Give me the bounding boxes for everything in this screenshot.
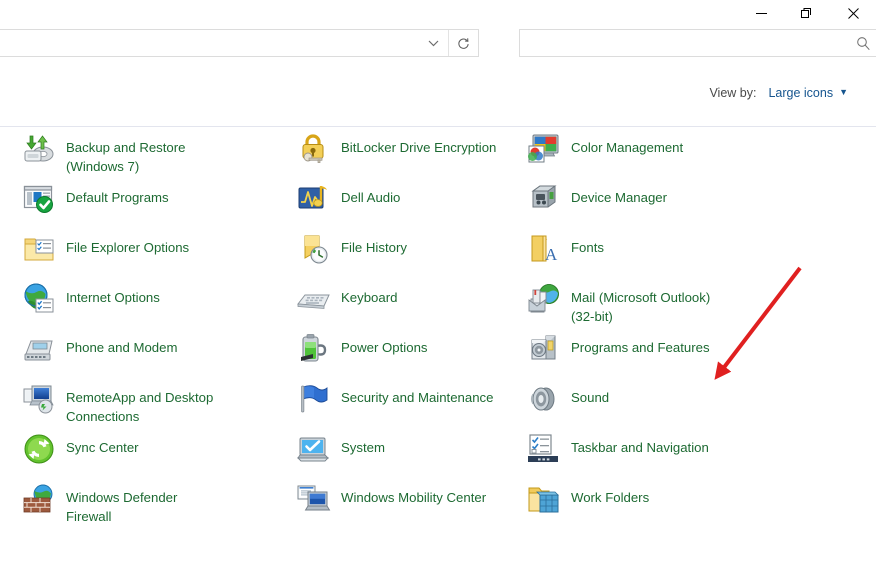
close-icon	[847, 7, 859, 19]
control-panel-item-label: Keyboard	[341, 290, 398, 305]
taskbar-navigation-icon	[527, 432, 561, 466]
control-panel-item-label: Backup and Restore (Windows 7)	[66, 140, 186, 174]
control-panel-item[interactable]: Backup and Restore (Windows 7)	[22, 132, 186, 176]
chevron-down-icon[interactable]: ▼	[839, 87, 848, 97]
control-panel-item-label: Mail (Microsoft Outlook) (32-bit)	[571, 290, 711, 324]
refresh-button[interactable]	[448, 30, 478, 56]
security-maintenance-icon	[297, 382, 331, 416]
control-panel-item-label: Power Options	[341, 340, 428, 355]
control-panel-item[interactable]: Power Options	[297, 332, 428, 366]
fonts-icon: A	[527, 232, 561, 266]
control-panel-item-label: Work Folders	[571, 490, 650, 505]
control-panel-item[interactable]: A Fonts	[527, 232, 604, 266]
phone-modem-icon	[22, 332, 56, 366]
control-panel-item[interactable]: File Explorer Options	[22, 232, 189, 266]
control-panel-item[interactable]: Keyboard	[297, 282, 397, 316]
control-panel-item-label: Sound	[571, 390, 610, 405]
search-input[interactable]	[520, 30, 850, 56]
control-panel-item-label: Taskbar and Navigation	[571, 440, 709, 455]
address-dropdown-button[interactable]	[418, 30, 448, 56]
control-panel-items: Backup and Restore (Windows 7) Default P…	[0, 132, 876, 566]
control-panel-item[interactable]: Taskbar and Navigation	[527, 432, 709, 466]
refresh-icon	[458, 37, 469, 49]
file-explorer-options-icon	[22, 232, 56, 266]
backup-restore-icon	[22, 132, 56, 166]
control-panel-item-label: Sync Center	[66, 440, 139, 455]
search-box[interactable]	[519, 29, 876, 57]
control-panel-item[interactable]: Internet Options	[22, 282, 160, 316]
control-panel-item[interactable]: Phone and Modem	[22, 332, 177, 366]
programs-features-icon	[527, 332, 561, 366]
view-by-label: View by:	[709, 86, 757, 100]
control-panel-item[interactable]: Mail (Microsoft Outlook) (32-bit)	[527, 282, 710, 326]
minimize-button[interactable]	[738, 0, 784, 26]
control-panel-item[interactable]: Sync Center	[22, 432, 139, 466]
close-button[interactable]	[830, 0, 876, 26]
internet-options-icon	[22, 282, 56, 316]
control-panel-item[interactable]: File History	[297, 232, 407, 266]
control-panel-item-label: Windows Defender Firewall	[66, 490, 178, 524]
chevron-down-icon	[428, 40, 438, 46]
keyboard-icon	[297, 282, 331, 316]
restore-icon	[801, 8, 811, 18]
control-panel-item-label: File History	[341, 240, 407, 255]
sound-icon	[527, 382, 561, 416]
maximize-button[interactable]	[784, 0, 830, 26]
control-panel-item[interactable]: Device Manager	[527, 182, 667, 216]
control-panel-item-label: BitLocker Drive Encryption	[341, 140, 497, 155]
remoteapp-desktop-icon	[22, 382, 56, 416]
view-by-value[interactable]: Large icons	[768, 86, 833, 100]
system-icon	[297, 432, 331, 466]
control-panel-item[interactable]: Programs and Features	[527, 332, 710, 366]
work-folders-icon	[527, 482, 561, 516]
mail-outlook-icon	[527, 282, 561, 316]
dell-audio-icon	[297, 182, 331, 216]
control-panel-item[interactable]: Sound	[527, 382, 609, 416]
control-panel-item[interactable]: Windows Mobility Center	[297, 482, 486, 516]
control-panel-item[interactable]: BitLocker Drive Encryption	[297, 132, 496, 166]
control-panel-item-label: RemoteApp and Desktop Connections	[66, 390, 214, 424]
control-panel-item-label: Programs and Features	[571, 340, 710, 355]
power-options-icon	[297, 332, 331, 366]
control-panel-item[interactable]: Windows Defender Firewall	[22, 482, 177, 526]
control-panel-item-label: File Explorer Options	[66, 240, 190, 255]
control-panel-item[interactable]: Security and Maintenance	[297, 382, 493, 416]
svg-text:A: A	[545, 245, 558, 264]
control-panel-item-label: Internet Options	[66, 290, 160, 305]
file-history-icon	[297, 232, 331, 266]
address-bar[interactable]	[0, 29, 479, 57]
windows-defender-firewall-icon	[22, 482, 56, 516]
window-controls	[738, 0, 876, 26]
view-by-control: View by: Large icons ▼	[709, 86, 848, 100]
control-panel-item-label: Security and Maintenance	[341, 390, 494, 405]
address-path[interactable]	[0, 30, 418, 56]
control-panel-item-label: Default Programs	[66, 190, 169, 205]
windows-mobility-center-icon	[297, 482, 331, 516]
control-panel-item[interactable]: Dell Audio	[297, 182, 400, 216]
default-programs-icon	[22, 182, 56, 216]
control-panel-item-label: Device Manager	[571, 190, 668, 205]
header-separator	[0, 126, 876, 127]
search-button[interactable]	[850, 36, 876, 51]
control-panel-item-label: Color Management	[571, 140, 684, 155]
control-panel-item-label: System	[341, 440, 385, 455]
control-panel-item-label: Windows Mobility Center	[341, 490, 487, 505]
control-panel-item-label: Dell Audio	[341, 190, 401, 205]
control-panel-item[interactable]: Color Management	[527, 132, 683, 166]
control-panel-item[interactable]: Work Folders	[527, 482, 649, 516]
control-panel-item-label: Fonts	[571, 240, 604, 255]
bitlocker-icon	[297, 132, 331, 166]
search-icon	[856, 36, 870, 50]
device-manager-icon	[527, 182, 561, 216]
title-bar	[0, 0, 876, 26]
control-panel-item[interactable]: Default Programs	[22, 182, 169, 216]
control-panel-item[interactable]: System	[297, 432, 385, 466]
navigation-bar	[0, 26, 876, 62]
color-management-icon	[527, 132, 561, 166]
control-panel-item[interactable]: RemoteApp and Desktop Connections	[22, 382, 213, 426]
control-panel-item-label: Phone and Modem	[66, 340, 178, 355]
sync-center-icon	[22, 432, 56, 466]
minimize-icon	[755, 12, 767, 14]
